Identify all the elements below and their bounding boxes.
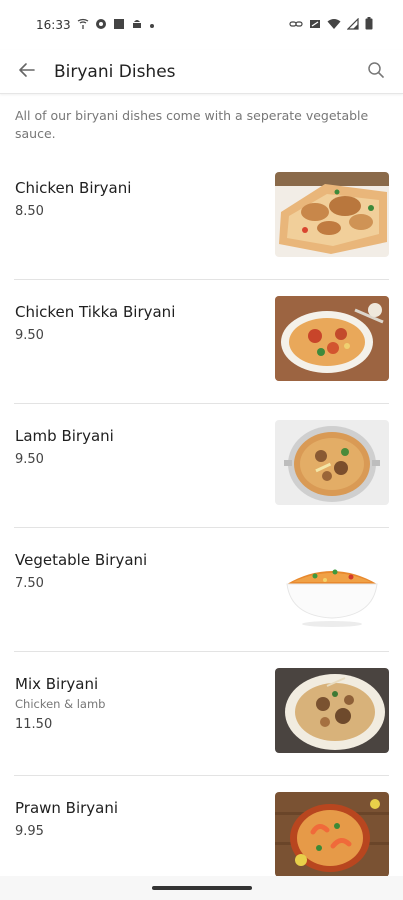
item-image-mix-biryani bbox=[275, 668, 389, 753]
system-navigation-bar bbox=[0, 876, 403, 900]
item-description: Chicken & lamb bbox=[15, 697, 106, 711]
item-text: Mix Biryani Chicken & lamb 11.50 bbox=[15, 674, 265, 734]
item-price: 8.50 bbox=[15, 204, 44, 219]
notification-dot-icon bbox=[149, 19, 155, 32]
menu-item-vegetable-biryani[interactable]: Vegetable Biryani 7.50 bbox=[14, 528, 389, 652]
wifi-icon bbox=[327, 18, 341, 33]
item-text: Vegetable Biryani 7.50 bbox=[15, 550, 265, 593]
status-time: 16:33 bbox=[36, 18, 71, 32]
item-price: 7.50 bbox=[15, 576, 44, 591]
item-image-lamb-biryani bbox=[275, 420, 389, 505]
menu-item-lamb-biryani[interactable]: Lamb Biryani 9.50 bbox=[14, 404, 389, 528]
square-app-icon bbox=[113, 18, 125, 33]
menu-item-chicken-tikka-biryani[interactable]: Chicken Tikka Biryani 9.50 bbox=[14, 280, 389, 404]
status-right bbox=[289, 17, 373, 33]
item-price: 11.50 bbox=[15, 717, 53, 732]
menu-list: Chicken Biryani 8.50 Chicken Tikka Birya… bbox=[0, 156, 403, 900]
battery-icon bbox=[365, 17, 373, 33]
item-price: 9.95 bbox=[15, 824, 44, 839]
item-image-prawn-biryani bbox=[275, 792, 389, 877]
item-name: Chicken Tikka Biryani bbox=[15, 303, 176, 321]
item-text: Chicken Biryani 8.50 bbox=[15, 178, 265, 221]
item-image-chicken-tikka-biryani bbox=[275, 296, 389, 381]
search-button[interactable] bbox=[365, 61, 387, 83]
link-icon bbox=[289, 19, 303, 32]
item-price: 9.50 bbox=[15, 328, 44, 343]
signal-icon bbox=[346, 17, 359, 33]
search-icon bbox=[367, 61, 385, 83]
item-image-vegetable-biryani bbox=[275, 544, 389, 629]
back-button[interactable] bbox=[16, 61, 38, 83]
category-description: All of our biryani dishes come with a se… bbox=[15, 108, 369, 141]
item-text: Chicken Tikka Biryani 9.50 bbox=[15, 302, 265, 345]
arrow-left-icon bbox=[18, 61, 36, 83]
item-text: Prawn Biryani 9.95 bbox=[15, 798, 265, 841]
item-text: Lamb Biryani 9.50 bbox=[15, 426, 265, 469]
app-bar: Biryani Dishes bbox=[0, 50, 403, 94]
item-name: Mix Biryani bbox=[15, 675, 99, 693]
item-name: Vegetable Biryani bbox=[15, 551, 148, 569]
page-title: Biryani Dishes bbox=[54, 61, 176, 82]
status-left: 16:33 bbox=[36, 18, 155, 33]
settings-badge-icon bbox=[95, 18, 107, 33]
item-image-chicken-biryani bbox=[275, 172, 389, 257]
item-name: Chicken Biryani bbox=[15, 179, 132, 197]
home-gesture-handle[interactable] bbox=[151, 886, 252, 890]
wireless-call-icon bbox=[77, 18, 89, 33]
android-icon bbox=[131, 18, 143, 33]
menu-item-mix-biryani[interactable]: Mix Biryani Chicken & lamb 11.50 bbox=[14, 652, 389, 776]
item-price: 9.50 bbox=[15, 452, 44, 467]
status-bar: 16:33 bbox=[0, 0, 403, 50]
menu-item-chicken-biryani[interactable]: Chicken Biryani 8.50 bbox=[14, 156, 389, 280]
item-name: Prawn Biryani bbox=[15, 799, 119, 817]
item-name: Lamb Biryani bbox=[15, 427, 114, 445]
battery-saver-icon bbox=[309, 18, 321, 33]
